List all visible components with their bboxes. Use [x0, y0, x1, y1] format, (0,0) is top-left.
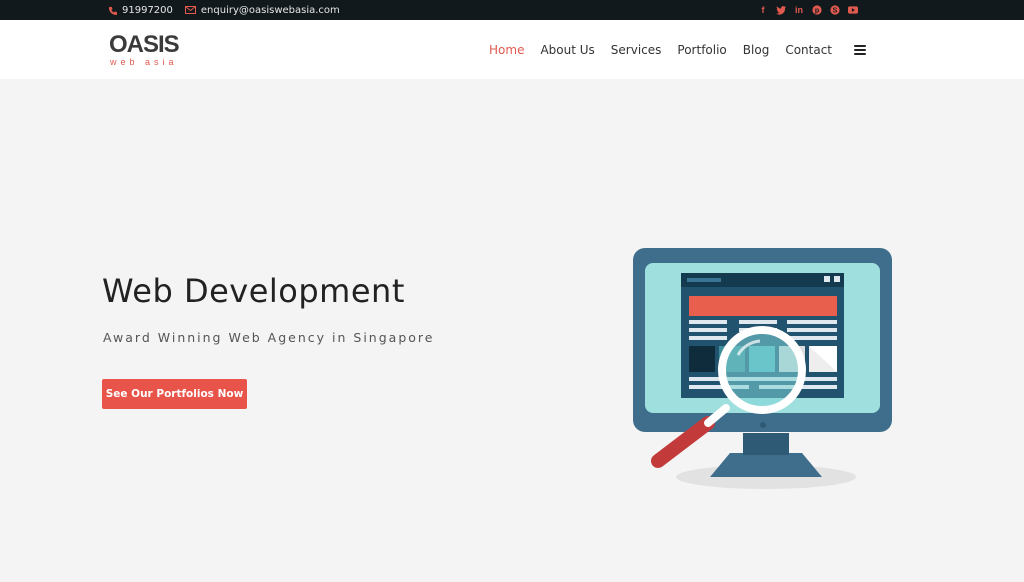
twitter-icon[interactable]: [776, 5, 786, 15]
svg-text:p: p: [815, 8, 819, 15]
nav-about-us[interactable]: About Us: [540, 43, 594, 57]
logo-wordmark: OASIS: [109, 31, 180, 58]
email-address: enquiry@oasiswebasia.com: [200, 4, 340, 16]
envelope-icon: [184, 6, 196, 14]
top-bar: 91997200 enquiry@oasiswebasia.com f in p…: [0, 0, 1024, 20]
pinterest-icon[interactable]: p: [812, 5, 822, 15]
linkedin-icon[interactable]: in: [794, 5, 804, 15]
nav-home[interactable]: Home: [489, 43, 524, 57]
nav-services[interactable]: Services: [611, 43, 662, 57]
oasis-logo[interactable]: OASIS web asia: [109, 31, 180, 68]
phone-number: 91997200: [122, 4, 173, 16]
see-portfolios-button[interactable]: See Our Portfolios Now: [102, 379, 247, 409]
facebook-icon[interactable]: f: [758, 5, 768, 15]
monitor-magnifier-illustration: [633, 248, 892, 489]
nav-contact[interactable]: Contact: [785, 43, 832, 57]
email-contact[interactable]: enquiry@oasiswebasia.com: [184, 4, 340, 16]
social-links: f in p S: [758, 0, 858, 20]
hero-title: Web Development: [102, 272, 405, 310]
browser-banner: [689, 296, 837, 316]
monitor-stand: [710, 453, 822, 477]
contact-info: 91997200 enquiry@oasiswebasia.com: [108, 0, 346, 20]
monitor-power-dot: [760, 422, 766, 428]
main-navbar: OASIS web asia Home About Us Services Po…: [0, 20, 1024, 79]
primary-menu: Home About Us Services Portfolio Blog Co…: [489, 20, 866, 79]
youtube-icon[interactable]: [848, 5, 858, 15]
phone-icon: [108, 6, 117, 15]
svg-text:S: S: [833, 8, 838, 15]
magnifier-lens: [718, 326, 806, 414]
skype-icon[interactable]: S: [830, 5, 840, 15]
nav-blog[interactable]: Blog: [743, 43, 770, 57]
phone-contact[interactable]: 91997200: [108, 5, 173, 16]
nav-portfolio[interactable]: Portfolio: [677, 43, 726, 57]
monitor-neck: [743, 433, 789, 455]
hero-subtitle: Award Winning Web Agency in Singapore: [103, 330, 435, 345]
logo-tagline: web asia: [110, 57, 178, 67]
hamburger-menu-icon[interactable]: [854, 44, 866, 55]
